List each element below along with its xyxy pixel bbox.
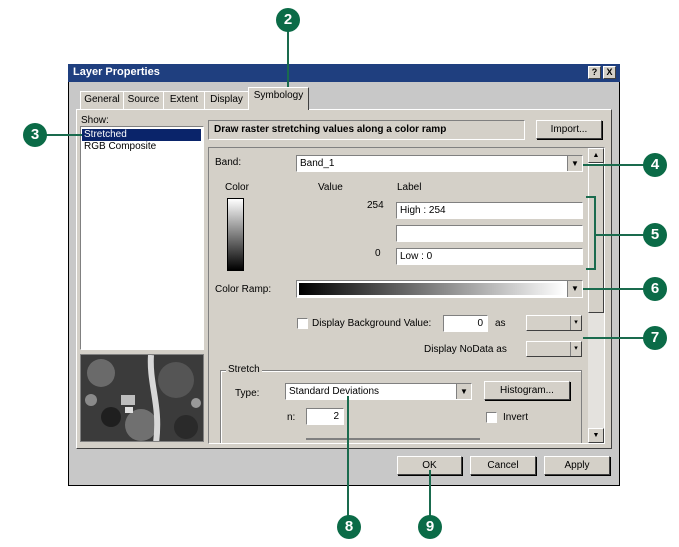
color-ramp-label: Color Ramp: [215, 284, 272, 295]
clipped-row [306, 438, 480, 440]
n-input[interactable]: 2 [306, 408, 344, 425]
callout-8-line [347, 396, 349, 520]
callout-2-line [287, 30, 289, 94]
callout-9-line [429, 470, 431, 520]
callout-8: 8 [337, 515, 361, 539]
show-item-rgb-composite[interactable]: RGB Composite [82, 141, 201, 153]
high-label-field[interactable]: High : 254 [396, 202, 583, 219]
label-column-header: Label [397, 182, 422, 193]
raster-preview-image [81, 355, 203, 441]
as-label: as [495, 318, 506, 329]
callout-7: 7 [643, 326, 667, 350]
value-column-header: Value [318, 182, 343, 193]
chevron-down-icon[interactable]: ▼ [456, 384, 471, 399]
high-value: 254 [367, 200, 384, 211]
low-value: 0 [375, 248, 381, 259]
renderer-description: Draw raster stretching values along a co… [208, 120, 525, 140]
stretch-group-label: Stretch [226, 364, 262, 375]
callout-6: 6 [643, 277, 667, 301]
low-label-field[interactable]: Low : 0 [396, 248, 583, 265]
invert-label: Invert [503, 412, 529, 423]
chevron-down-icon[interactable]: ▼ [567, 156, 582, 171]
help-button[interactable]: ? [588, 66, 601, 79]
scroll-up-arrow[interactable]: ▲ [588, 148, 604, 163]
background-value-checkbox[interactable] [297, 318, 308, 329]
background-color-picker[interactable]: ▾ [526, 315, 582, 331]
tab-source[interactable]: Source [123, 91, 164, 109]
import-button[interactable]: Import... [536, 120, 602, 139]
callout-3: 3 [23, 123, 47, 147]
band-dropdown[interactable]: Band_1 ▼ [296, 155, 583, 172]
nodata-label: Display NoData as [424, 344, 507, 355]
scroll-down-arrow[interactable]: ▼ [588, 428, 604, 443]
show-list[interactable]: Stretched RGB Composite [80, 126, 204, 350]
chevron-down-icon[interactable]: ▼ [567, 281, 582, 297]
invert-checkbox[interactable] [486, 412, 497, 423]
tab-symbology[interactable]: Symbology [248, 87, 309, 110]
tab-display[interactable]: Display [204, 91, 249, 109]
chevron-down-icon[interactable]: ▾ [570, 316, 581, 330]
middle-label-field[interactable] [396, 225, 583, 242]
vertical-scrollbar[interactable]: ▲ ▼ [588, 148, 604, 443]
callout-5-bracket [586, 196, 596, 270]
callout-4: 4 [643, 153, 667, 177]
tab-extent[interactable]: Extent [163, 91, 205, 109]
tab-general[interactable]: General [80, 91, 124, 109]
window-title: Layer Properties [73, 66, 160, 78]
color-column-header: Color [225, 182, 249, 193]
stretch-type-dropdown[interactable]: Standard Deviations ▼ [285, 383, 472, 400]
background-value-label: Display Background Value: [312, 318, 432, 329]
stretch-type-value: Standard Deviations [289, 386, 380, 397]
stretch-type-label: Type: [235, 388, 260, 399]
show-label: Show: [81, 115, 109, 126]
nodata-color-picker[interactable]: ▾ [526, 341, 582, 357]
band-label: Band: [215, 157, 242, 168]
raster-preview [80, 354, 204, 442]
histogram-button[interactable]: Histogram... [484, 381, 570, 400]
show-item-stretched[interactable]: Stretched [82, 129, 201, 141]
color-ramp-dropdown[interactable]: ▼ [296, 280, 583, 298]
callout-2: 2 [276, 8, 300, 32]
color-ramp-preview [299, 283, 565, 295]
n-label: n: [287, 412, 296, 423]
apply-button[interactable]: Apply [544, 456, 610, 475]
chevron-down-icon[interactable]: ▾ [570, 342, 581, 356]
background-value-input[interactable]: 0 [443, 315, 488, 332]
close-button[interactable]: X [603, 66, 616, 79]
callout-5: 5 [643, 223, 667, 247]
title-bar[interactable]: Layer Properties ? X [68, 64, 620, 82]
cancel-button[interactable]: Cancel [470, 456, 536, 475]
band-value: Band_1 [300, 158, 335, 169]
callout-9: 9 [418, 515, 442, 539]
color-gradient-symbol[interactable] [227, 198, 244, 271]
